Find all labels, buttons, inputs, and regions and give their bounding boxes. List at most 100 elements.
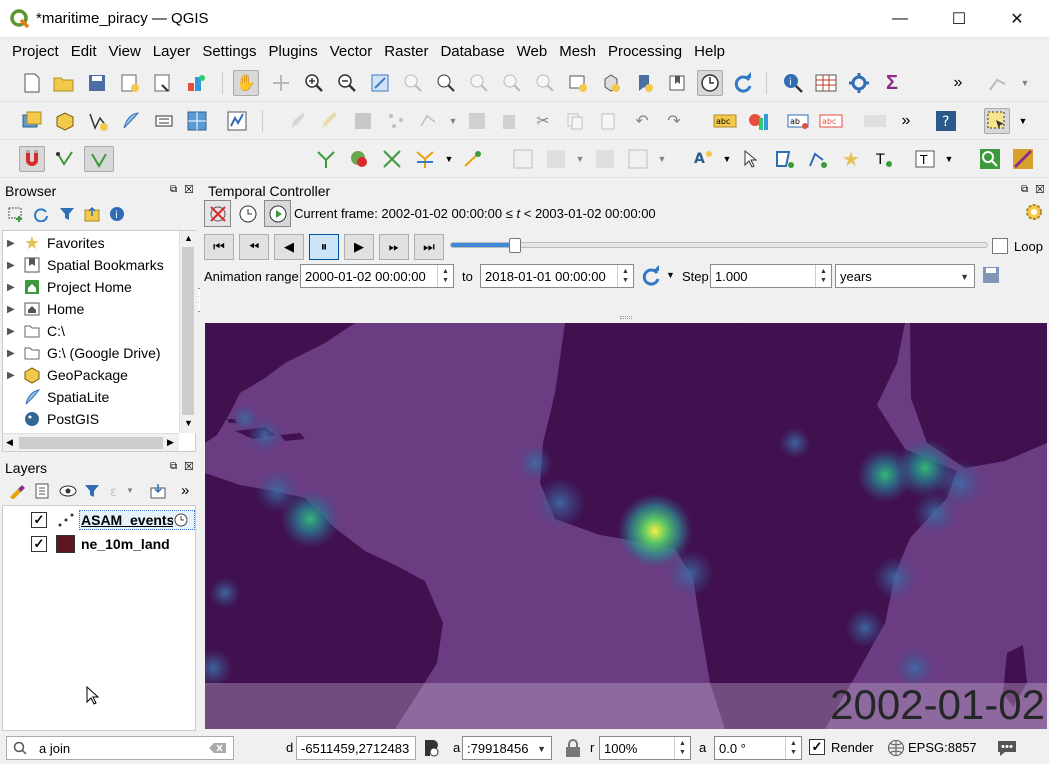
plugin-tool-icon[interactable] [1010,146,1036,172]
collapse-all-icon[interactable] [84,206,100,225]
shape-digitizing-icon[interactable] [543,146,569,172]
edits-icon[interactable] [285,108,311,134]
minimize-button[interactable]: — [877,0,923,38]
menu-help[interactable]: Help [688,43,731,60]
browser-item-spatial-bookmarks[interactable]: ▶ Spatial Bookmarks [7,254,164,276]
chevron-down-icon[interactable]: ▼ [436,146,462,172]
chevron-down-icon[interactable]: ▼ [714,146,740,172]
layer-row-asam-events[interactable]: ✓ ASAM_events [3,508,197,532]
expand-arrow-icon[interactable]: ▶ [7,370,21,381]
temporal-controller-icon[interactable] [697,70,723,96]
create-line-annotation-icon[interactable] [805,146,831,172]
topological-editing-icon[interactable] [313,146,339,172]
toolbar-overflow-icon[interactable]: » [893,108,919,134]
chevron-down-icon[interactable]: ▼ [936,146,962,172]
scrollbar-thumb[interactable] [19,437,163,449]
show-bookmarks-icon[interactable] [664,70,690,96]
loop-checkbox[interactable] [992,238,1008,254]
browser-item-home[interactable]: ▶ Home [7,298,84,320]
float-panel-icon[interactable]: ⧉ [170,184,177,195]
layout-manager-icon[interactable] [150,70,176,96]
close-panel-icon[interactable]: ☒ [184,183,194,196]
fixed-range-button[interactable] [234,200,261,227]
create-marker-annotation-icon[interactable]: ★ [838,146,864,172]
chevron-down-icon[interactable]: ▼ [126,486,134,495]
settings-gear-icon[interactable] [1024,202,1044,222]
maximize-button[interactable]: ☐ [936,0,982,38]
close-panel-icon[interactable]: ☒ [1035,183,1045,196]
toggle-extents-mouse-icon[interactable] [420,737,442,759]
chevron-down-icon[interactable]: ▼ [1010,108,1036,134]
browser-vertical-scrollbar[interactable]: ▲ ▼ [179,231,196,433]
statistics-icon[interactable]: Σ [879,70,905,96]
menu-project[interactable]: Project [6,43,65,60]
crs-globe-icon[interactable] [887,739,905,757]
frame-slider-handle[interactable] [509,238,522,253]
layer-row-ne-10m-land[interactable]: ✓ ne_10m_land [3,532,197,556]
rotation-spinbox[interactable]: 0.0 ° ▲ ▼ [714,736,802,760]
expand-arrow-icon[interactable]: ▶ [7,282,21,293]
new-spatial-bookmark-icon[interactable] [631,70,657,96]
browser-item-c-drive[interactable]: ▶ C:\ [7,320,65,342]
add-group-icon[interactable] [34,483,50,502]
set-range-from-layers-icon[interactable] [640,265,662,287]
locator-search-input[interactable]: a join [6,736,234,760]
style-layer-icon[interactable] [8,483,26,502]
highlight-pinned-labels-icon[interactable]: ab [786,108,812,134]
zoom-in-icon[interactable] [301,70,327,96]
data-source-manager-icon[interactable] [19,108,45,134]
new-map-view-icon[interactable] [565,70,591,96]
refresh-icon[interactable] [33,206,49,225]
snapping-intersection-icon[interactable] [346,146,372,172]
select-annotation-icon[interactable] [739,146,765,172]
scale-combo[interactable]: :79918456 ▼ [462,736,552,760]
scroll-right-icon[interactable]: ▶ [167,437,174,448]
browser-item-spatialite[interactable]: SpatiaLite [7,386,109,408]
step-spinbox[interactable]: 1.000 ▲ ▼ [710,264,832,288]
map-canvas[interactable]: 2002-01-02 [205,323,1047,729]
zoom-to-selection-icon[interactable] [400,70,426,96]
new-temporary-layer-icon[interactable] [224,108,250,134]
scroll-left-icon[interactable]: ◀ [6,437,13,448]
spin-arrows-icon[interactable]: ▲▼ [437,265,453,287]
menu-mesh[interactable]: Mesh [553,43,602,60]
filter-by-expression-icon[interactable]: ε [109,483,125,502]
close-panel-icon[interactable]: ☒ [184,460,194,473]
style-manager-icon[interactable] [183,70,209,96]
snapping-layers-icon[interactable] [52,146,78,172]
properties-icon[interactable]: i [109,206,125,225]
filter-legend-icon[interactable] [84,483,100,502]
cut-features-icon[interactable]: ✂ [530,108,556,134]
create-polygon-annotation-icon[interactable] [772,146,798,172]
step-unit-combo[interactable]: years ▼ [835,264,975,288]
chevron-down-icon[interactable]: ▼ [666,270,675,280]
expand-arrow-icon[interactable]: ▶ [7,304,21,315]
coordinate-field[interactable]: -6511459,2712483 [296,736,416,760]
range-start-datetime[interactable]: 2000-01-02 00:00:00 ▲ ▼ [300,264,454,288]
menu-plugins[interactable]: Plugins [263,43,324,60]
merge-features-icon[interactable] [592,146,618,172]
snapping-magnet-icon[interactable] [19,146,45,172]
snapping-mode-icon[interactable] [84,146,114,172]
expand-arrow-icon[interactable]: ▶ [7,348,21,359]
new-shapefile-icon[interactable] [85,108,111,134]
toggle-editing-icon[interactable] [316,108,342,134]
float-panel-icon[interactable]: ⧉ [170,461,177,472]
paste-features-icon[interactable] [595,108,621,134]
menu-web[interactable]: Web [511,43,554,60]
next-frame-button[interactable]: ⏩︎ [379,234,409,260]
label-abc-icon[interactable]: abc [818,108,844,134]
chevron-down-icon[interactable]: ▼ [440,108,466,134]
chevron-down-icon[interactable]: ▼ [649,146,675,172]
zoom-next-icon[interactable] [532,70,558,96]
fixed-range-off-button[interactable] [204,200,231,227]
menu-layer[interactable]: Layer [147,43,197,60]
open-project-icon[interactable] [51,70,77,96]
pause-button[interactable]: ⏸ [309,234,339,260]
zoom-out-icon[interactable] [334,70,360,96]
splitter-handle[interactable] [620,316,632,319]
animated-range-button[interactable] [264,200,291,227]
select-features-icon[interactable] [984,108,1010,134]
menu-view[interactable]: View [103,43,147,60]
digitize-point-icon[interactable] [383,108,409,134]
